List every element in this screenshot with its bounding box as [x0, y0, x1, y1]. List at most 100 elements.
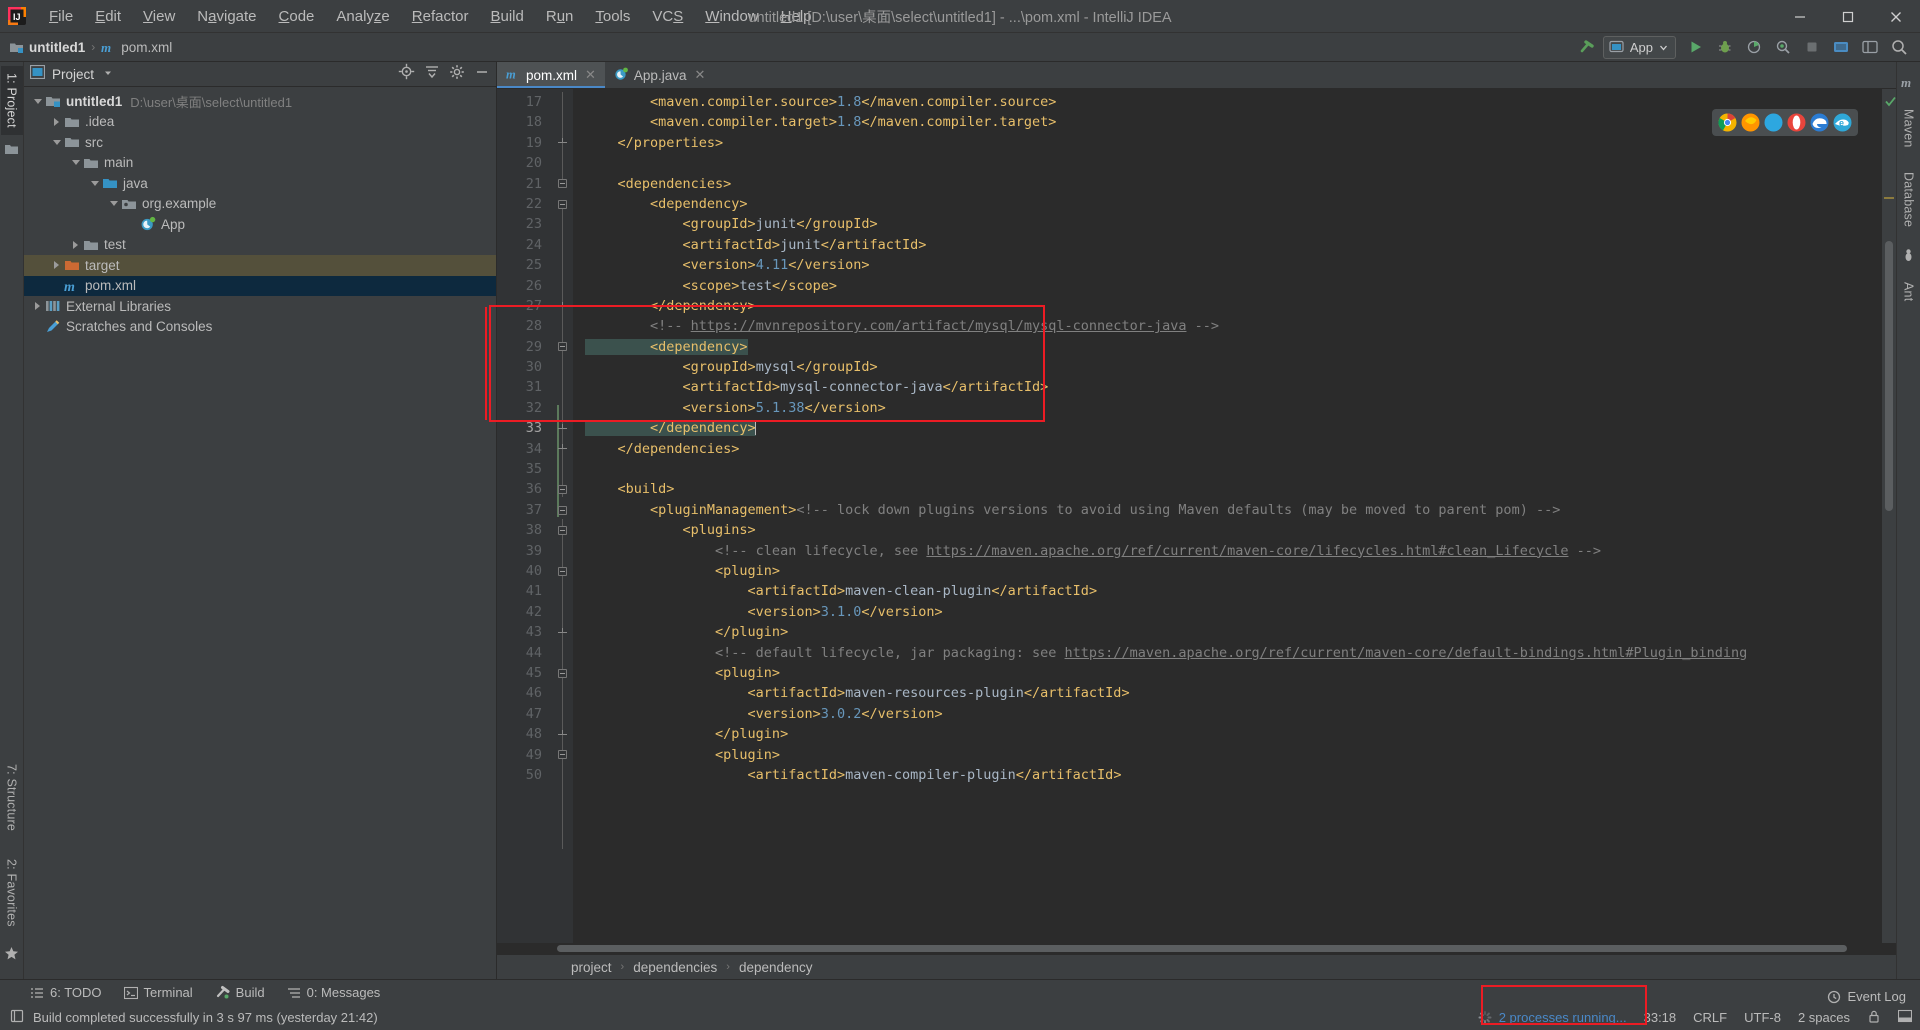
chevron-down-icon[interactable]: [87, 176, 102, 191]
safari-icon[interactable]: [1764, 113, 1783, 132]
ant-icon[interactable]: [1901, 248, 1916, 268]
code-content[interactable]: <maven.compiler.source>1.8</maven.compil…: [573, 89, 1882, 943]
code-line[interactable]: <version>4.11</version>: [573, 255, 1882, 275]
code-line[interactable]: <artifactId>mysql-connector-java</artifa…: [573, 377, 1882, 397]
tree-node-java[interactable]: java: [24, 173, 496, 194]
code-line[interactable]: <version>5.1.38</version>: [573, 398, 1882, 418]
code-line[interactable]: </properties>: [573, 133, 1882, 153]
project-tree[interactable]: untitled1 D:\user\桌面\select\untitled1 .ide…: [24, 87, 496, 979]
close-icon[interactable]: ✕: [694, 67, 705, 83]
code-editor[interactable]: 17 18 19 20 21 22 23 24 25 26 27 28 29 30 31 32 33 34 35 36…: [485, 89, 1896, 943]
collapse-all-icon[interactable]: [424, 64, 440, 85]
tool-window-terminal[interactable]: Terminal: [123, 985, 193, 1000]
tree-node-scratches-and-consoles[interactable]: Scratches and Consoles: [24, 317, 496, 338]
breadcrumb-item-dependency[interactable]: dependency: [739, 960, 813, 975]
tree-node--idea[interactable]: .idea: [24, 112, 496, 133]
sidebar-item-structure[interactable]: 7: Structure: [1, 757, 23, 838]
code-token-lnk[interactable]: https://mvnrepository.com/artifact/mysql…: [691, 318, 1187, 334]
menu-edit[interactable]: Edit: [84, 5, 132, 28]
code-line[interactable]: <artifactId>maven-compiler-plugin</artif…: [573, 765, 1882, 785]
lock-icon[interactable]: [1867, 1009, 1881, 1027]
menu-refactor[interactable]: Refactor: [401, 5, 480, 28]
horizontal-scrollbar-thumb[interactable]: [557, 945, 1847, 952]
nav-crumb-project[interactable]: untitled1: [9, 40, 85, 55]
main-menu[interactable]: File Edit View Navigate Code Analyze Ref…: [38, 5, 823, 28]
indent-setting[interactable]: 2 spaces: [1798, 1010, 1850, 1025]
code-line[interactable]: <scope>test</scope>: [573, 276, 1882, 296]
sidebar-item-database[interactable]: Database: [1898, 165, 1920, 234]
run-with-coverage-button[interactable]: [1741, 35, 1767, 59]
open-settings-icon[interactable]: [1857, 35, 1883, 59]
stop-button[interactable]: [1799, 35, 1825, 59]
run-button[interactable]: [1683, 35, 1709, 59]
code-token-lnk[interactable]: https://maven.apache.org/ref/current/mav…: [926, 543, 1568, 559]
breadcrumb-item-dependencies[interactable]: dependencies: [633, 960, 717, 975]
code-line[interactable]: <groupId>junit</groupId>: [573, 214, 1882, 234]
code-line[interactable]: </dependency>: [573, 418, 1882, 438]
code-line[interactable]: <dependency>: [573, 194, 1882, 214]
fold-marker[interactable]: [551, 500, 573, 520]
sidebar-item-favorites[interactable]: 2: Favorites: [1, 852, 23, 934]
caret-position[interactable]: 33:18: [1644, 1010, 1677, 1025]
chevron-down-icon[interactable]: [30, 94, 45, 109]
menu-view[interactable]: View: [132, 5, 186, 28]
chevron-down-icon[interactable]: [106, 196, 121, 211]
tree-node-untitled1[interactable]: untitled1 D:\user\桌面\select\untitled1: [24, 91, 496, 112]
update-project-icon[interactable]: [1828, 35, 1854, 59]
code-line[interactable]: <version>3.0.2</version>: [573, 704, 1882, 724]
tree-node-main[interactable]: main: [24, 153, 496, 174]
tree-node-test[interactable]: test: [24, 235, 496, 256]
build-hammer-icon[interactable]: [1574, 35, 1600, 59]
inspection-ok-icon[interactable]: [1885, 94, 1896, 112]
search-icon[interactable]: [1886, 35, 1912, 59]
chevron-down-icon[interactable]: [49, 135, 64, 150]
code-line[interactable]: </plugin>: [573, 622, 1882, 642]
menu-tools[interactable]: Tools: [584, 5, 641, 28]
star-icon[interactable]: [4, 946, 19, 966]
code-line[interactable]: [573, 459, 1882, 479]
code-line[interactable]: <artifactId>maven-clean-plugin</artifact…: [573, 581, 1882, 601]
tree-node-external-libraries[interactable]: External Libraries: [24, 296, 496, 317]
edge-icon[interactable]: [1810, 113, 1829, 132]
code-line[interactable]: <dependency>: [573, 337, 1882, 357]
chevron-right-icon[interactable]: [30, 299, 45, 314]
folder-icon[interactable]: [4, 142, 19, 161]
tool-window-todo[interactable]: 6: TODO: [30, 985, 102, 1000]
debug-button[interactable]: [1712, 35, 1738, 59]
sidebar-item-project[interactable]: 1: Project: [0, 66, 23, 135]
code-line[interactable]: </dependency>: [573, 296, 1882, 316]
run-configuration-selector[interactable]: App: [1602, 35, 1676, 59]
tree-node-app[interactable]: App: [24, 214, 496, 235]
breadcrumb-item-project[interactable]: project: [571, 960, 612, 975]
status-message[interactable]: Build completed successfully in 3 s 97 m…: [33, 1010, 378, 1025]
event-log-button[interactable]: Event Log: [1827, 989, 1906, 1004]
code-folding-column[interactable]: [551, 89, 573, 943]
code-line[interactable]: <pluginManagement><!-- lock down plugins…: [573, 500, 1882, 520]
tool-window-build[interactable]: Build: [215, 985, 265, 1000]
hide-status-icon[interactable]: [1897, 1009, 1913, 1026]
chevron-down-icon[interactable]: [68, 155, 83, 170]
tool-window-messages[interactable]: 0: Messages: [287, 985, 380, 1000]
menu-code[interactable]: Code: [268, 5, 326, 28]
code-line[interactable]: <maven.compiler.source>1.8</maven.compil…: [573, 92, 1882, 112]
code-line[interactable]: <artifactId>maven-resources-plugin</arti…: [573, 683, 1882, 703]
code-line[interactable]: <!-- default lifecycle, jar packaging: s…: [573, 643, 1882, 663]
profiler-button[interactable]: [1770, 35, 1796, 59]
code-line[interactable]: </plugin>: [573, 724, 1882, 744]
code-line[interactable]: <build>: [573, 479, 1882, 499]
chevron-right-icon[interactable]: [49, 258, 64, 273]
chevron-right-icon[interactable]: [49, 114, 64, 129]
gear-icon[interactable]: [449, 64, 465, 85]
tree-node-target[interactable]: target: [24, 255, 496, 276]
code-line[interactable]: <maven.compiler.target>1.8</maven.compil…: [573, 112, 1882, 132]
code-line[interactable]: <!-- https://mvnrepository.com/artifact/…: [573, 316, 1882, 336]
menu-run[interactable]: Run: [535, 5, 585, 28]
code-line[interactable]: <plugins>: [573, 520, 1882, 540]
code-line[interactable]: </dependencies>: [573, 439, 1882, 459]
menu-build[interactable]: Build: [479, 5, 534, 28]
maven-panel-icon[interactable]: m: [1901, 75, 1916, 95]
code-line[interactable]: <plugin>: [573, 745, 1882, 765]
opera-icon[interactable]: [1787, 113, 1806, 132]
background-processes[interactable]: 2 processes running...: [1478, 1010, 1627, 1025]
sidebar-item-ant[interactable]: Ant: [1898, 275, 1920, 308]
